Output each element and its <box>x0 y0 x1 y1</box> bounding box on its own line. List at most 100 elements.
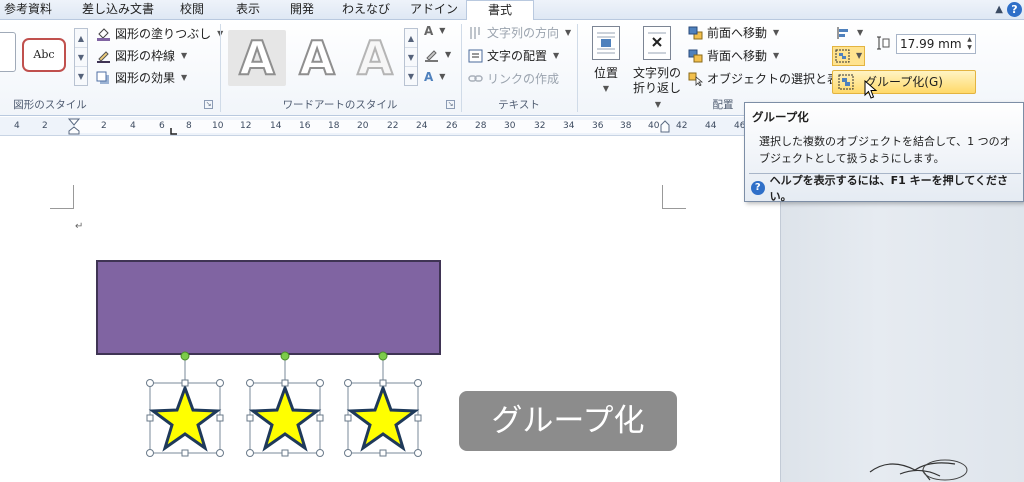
wordart-gallery-scroll[interactable]: ▲ ▼ ▼ <box>404 28 418 86</box>
tab-addins[interactable]: アドイン <box>410 0 460 20</box>
text-effects-icon: A <box>424 70 434 84</box>
wrap-text-button[interactable]: 文字列の 折り返し▼ <box>630 26 684 112</box>
group-separator <box>220 24 221 112</box>
gallery-up-icon[interactable]: ▲ <box>75 29 87 48</box>
position-page-icon <box>592 26 620 60</box>
horizontal-ruler[interactable]: 4 2 2 4 6 8 10 12 14 16 18 20 22 24 26 2… <box>0 117 784 136</box>
height-spinner[interactable]: ▲ ▼ <box>965 36 974 52</box>
text-direction-label: 文字列の方向 <box>487 26 560 40</box>
ruler-number: 42 <box>676 121 688 131</box>
shape-style-preset-abc[interactable]: Abc <box>22 38 66 72</box>
gallery-more-icon[interactable]: ▼ <box>405 67 417 86</box>
align-text-button[interactable]: 文字の配置 ▼ <box>468 47 559 65</box>
bring-forward-icon <box>688 26 703 40</box>
text-outline-button[interactable]: ▼ <box>424 46 451 64</box>
ruler-number: 2 <box>101 121 107 131</box>
menu-item-group[interactable]: グループ化(G) <box>832 70 976 94</box>
position-label: 位置 <box>593 66 618 80</box>
gallery-up-icon[interactable]: ▲ <box>405 29 417 48</box>
create-link-button[interactable]: リンクの作成 <box>468 70 559 88</box>
shape-outline-label: 図形の枠線 <box>115 49 176 63</box>
indent-marker-icon[interactable] <box>68 118 80 135</box>
shape-fill-button[interactable]: 図形の塗りつぶし▼ <box>96 25 223 43</box>
tab-view[interactable]: 表示 <box>236 0 276 20</box>
ruler-number: 26 <box>446 121 458 131</box>
text-fill-button[interactable]: A ▼ <box>424 22 445 40</box>
wrap-text-page-icon <box>643 26 671 60</box>
minimize-ribbon-icon[interactable]: ▲ <box>995 2 1003 18</box>
gallery-down-icon[interactable]: ▼ <box>75 48 87 67</box>
gallery-down-icon[interactable]: ▼ <box>405 48 417 67</box>
ruler-number: 20 <box>357 121 369 131</box>
ruler-number: 40 <box>648 121 660 131</box>
wordart-styles-launcher-icon[interactable]: ↘ <box>446 100 455 109</box>
purple-rectangle-shape[interactable] <box>96 260 441 355</box>
decorative-bird-sketch-icon <box>869 459 968 481</box>
margin-corner-top-left <box>50 185 74 209</box>
gallery-more-icon[interactable]: ▼ <box>75 67 87 86</box>
send-backward-button[interactable]: 背面へ移動 ▼ <box>688 47 779 65</box>
create-link-label: リンクの作成 <box>487 72 560 86</box>
position-button[interactable]: 位置 ▼ <box>586 26 626 96</box>
tab-references[interactable]: 参考資料 <box>4 0 64 20</box>
ruler-number: 24 <box>416 121 428 131</box>
tab-developer[interactable]: 開発 <box>290 0 330 20</box>
align-text-icon <box>468 49 483 63</box>
ruler-number: 16 <box>299 121 311 131</box>
star-shape-3[interactable] <box>343 350 423 458</box>
ruler-number: 28 <box>475 121 487 131</box>
wordart-style-3[interactable]: A <box>346 30 404 86</box>
ruler-number: 14 <box>270 121 282 131</box>
paint-bucket-icon <box>96 27 111 41</box>
shape-outline-button[interactable]: 図形の枠線 ▼ <box>96 47 187 65</box>
tooltip-group: グループ化 選択した複数のオブジェクトを結合して、1 つのオブジェクトとして扱う… <box>744 102 1024 203</box>
tab-format[interactable]: 書式 <box>466 0 534 21</box>
pencil-outline-icon <box>96 49 111 63</box>
group-objects-button[interactable]: ▼ <box>832 46 866 66</box>
ruler-number: 6 <box>159 121 165 131</box>
ruler-number: 36 <box>592 121 604 131</box>
align-button[interactable]: ▼ <box>836 24 863 42</box>
tab-stop-icon[interactable] <box>170 127 178 135</box>
selected-stars-group[interactable] <box>140 350 480 465</box>
ribbon-controls: ▲ ? <box>995 2 1022 18</box>
ruler-number: 34 <box>563 121 575 131</box>
help-icon[interactable]: ? <box>1007 2 1022 17</box>
tooltip-title: グループ化 <box>752 110 809 124</box>
ruler-number: 4 <box>130 121 136 131</box>
chain-link-icon <box>468 72 483 86</box>
bring-forward-label: 前面へ移動 <box>707 26 768 40</box>
ruler-number: 30 <box>504 121 516 131</box>
shape-styles-launcher-icon[interactable]: ↘ <box>204 100 213 109</box>
shape-height-icon <box>876 36 891 50</box>
ruler-number: 4 <box>14 121 20 131</box>
shape-style-preset-1[interactable] <box>0 32 16 72</box>
paragraph-mark-icon: ↵ <box>75 221 84 232</box>
tab-waenavi[interactable]: わえなび <box>342 0 402 20</box>
shape-height-input[interactable]: 17.99 mm ▲ ▼ <box>896 34 976 54</box>
right-indent-marker-icon[interactable] <box>660 120 670 134</box>
shape-styles-group-label: 図形のスタイル <box>13 99 87 111</box>
tab-review[interactable]: 校閲 <box>180 0 220 20</box>
text-effects-button[interactable]: A ▼ <box>424 68 445 86</box>
bring-forward-button[interactable]: 前面へ移動 ▼ <box>688 24 779 42</box>
star-shape-1[interactable] <box>145 350 225 458</box>
text-direction-button[interactable]: 文字列の方向 ▼ <box>468 24 571 42</box>
group-objects-icon <box>835 49 850 63</box>
mouse-pointer-icon <box>864 80 878 99</box>
send-backward-label: 背面へ移動 <box>707 49 768 63</box>
shape-effects-label: 図形の効果 <box>115 71 176 85</box>
ruler-number: 12 <box>240 121 252 131</box>
shape-style-gallery-scroll[interactable]: ▲ ▼ ▼ <box>74 28 88 86</box>
shape-effects-button[interactable]: 図形の効果 ▼ <box>96 69 187 87</box>
star-shape-2[interactable] <box>245 350 325 458</box>
wordart-style-2[interactable]: A <box>288 30 346 86</box>
ruler-number: 10 <box>212 121 224 131</box>
ruler-number: 38 <box>620 121 632 131</box>
wordart-style-1[interactable]: A <box>228 30 286 86</box>
selection-pane-button[interactable]: オブジェクトの選択と表示 <box>688 70 851 88</box>
tab-mailings[interactable]: 差し込み文書 <box>82 0 162 20</box>
ruler-number: 8 <box>186 121 192 131</box>
align-text-label: 文字の配置 <box>487 49 548 63</box>
wrap-text-label-line1: 文字列の <box>632 66 681 80</box>
